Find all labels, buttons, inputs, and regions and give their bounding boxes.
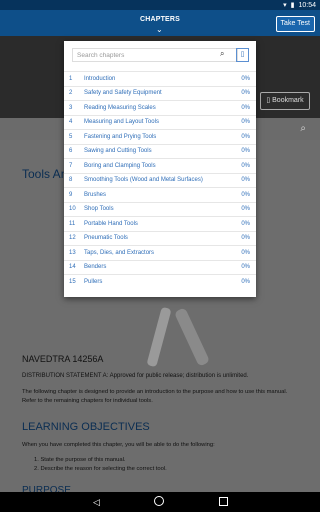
- chapter-progress: 0%: [241, 75, 250, 82]
- take-test-button[interactable]: Take Test: [275, 16, 315, 32]
- chapter-progress: 0%: [241, 235, 250, 242]
- chapter-number: 13: [69, 249, 76, 256]
- chapter-title: Benders: [84, 264, 107, 271]
- chapters-dropdown: Search chapters ⌕ ▯ 1 Introduction 0% 2 Saf…: [64, 41, 256, 297]
- document-title: Tools An: [22, 167, 68, 181]
- chapter-progress: 0%: [241, 191, 250, 198]
- system-navigation-bar: ◁: [0, 492, 320, 512]
- objective-item: 2. Describe the reason for selecting the…: [34, 466, 167, 472]
- chapter-title: Safety and Safety Equipment: [84, 90, 162, 97]
- chapter-number: 14: [69, 264, 76, 271]
- chapter-title: Pneumatic Tools: [84, 235, 128, 242]
- chapter-progress: 0%: [241, 220, 250, 227]
- chapter-progress: 0%: [241, 119, 250, 126]
- chapter-item[interactable]: 2 Safety and Safety Equipment 0%: [64, 85, 256, 101]
- chapter-item[interactable]: 9 Brushes 0%: [64, 187, 256, 202]
- chapter-progress: 0%: [241, 90, 250, 97]
- chapter-number: 3: [69, 104, 73, 111]
- search-icon[interactable]: ⌕: [300, 123, 306, 134]
- chapter-item[interactable]: 6 Sawing and Cutting Tools 0%: [64, 143, 256, 159]
- chapter-number: 5: [69, 133, 73, 140]
- chapter-item[interactable]: 7 Boring and Clamping Tools 0%: [64, 158, 256, 173]
- learning-objectives-heading: LEARNING OBJECTIVES: [22, 421, 150, 433]
- chapter-title: Brushes: [84, 191, 107, 198]
- chapter-item[interactable]: 11 Portable Hand Tools 0%: [64, 216, 256, 231]
- chapter-progress: 0%: [241, 206, 250, 213]
- chapter-progress: 0%: [241, 133, 250, 140]
- chapter-progress: 0%: [241, 278, 250, 285]
- chapter-title: Portable Hand Tools: [84, 220, 138, 227]
- chapter-title: Fastening and Prying Tools: [84, 133, 157, 140]
- chapter-item[interactable]: 1 Introduction 0%: [64, 71, 256, 86]
- chapter-item[interactable]: 12 Pneumatic Tools 0%: [64, 230, 256, 246]
- chapter-progress: 0%: [241, 177, 250, 184]
- chapter-progress: 0%: [241, 148, 250, 155]
- status-bar: ▾ ▮ 10:54: [0, 0, 320, 10]
- bookmark-button[interactable]: ▯ Bookmark: [260, 92, 310, 110]
- chapter-number: 11: [69, 220, 76, 227]
- objectives-list: 1. State the purpose of this manual. 2. …: [34, 456, 167, 474]
- recent-apps-icon[interactable]: [219, 497, 228, 506]
- chapter-title: Smoothing Tools (Wood and Metal Surfaces…: [84, 177, 203, 184]
- bookmark-label: Bookmark: [272, 97, 304, 104]
- chapter-number: 15: [69, 278, 76, 285]
- chapter-number: 7: [69, 162, 73, 169]
- chapter-number: 2: [69, 90, 73, 97]
- objective-item: 1. State the purpose of this manual.: [34, 457, 126, 463]
- chapter-item[interactable]: 3 Reading Measuring Scales 0%: [64, 100, 256, 115]
- chapter-item[interactable]: 10 Shop Tools 0%: [64, 201, 256, 217]
- back-icon[interactable]: ◁: [93, 497, 100, 508]
- chapter-search-input[interactable]: Search chapters: [72, 48, 238, 62]
- chapter-title: Shop Tools: [84, 206, 114, 213]
- chapter-progress: 0%: [241, 249, 250, 256]
- chapter-number: 8: [69, 177, 73, 184]
- chapter-item[interactable]: 13 Taps, Dies, and Extractors 0%: [64, 245, 256, 260]
- wifi-icon: ▾: [283, 2, 287, 9]
- chapter-title: Pullers: [84, 278, 103, 285]
- distribution-statement: DISTRIBUTION STATEMENT A: Approved for p…: [22, 373, 249, 379]
- chapter-progress: 0%: [241, 162, 250, 169]
- chapter-title: Reading Measuring Scales: [84, 104, 156, 111]
- bookmark-filter-icon[interactable]: ▯: [236, 48, 249, 62]
- chapter-number: 12: [69, 235, 76, 242]
- chapter-item[interactable]: 14 Benders 0%: [64, 259, 256, 275]
- status-time: 10:54: [298, 1, 316, 9]
- chapter-title: Measuring and Layout Tools: [84, 119, 159, 126]
- chapter-number: 4: [69, 119, 73, 126]
- chapter-number: 1: [69, 75, 73, 82]
- status-icons: ▾ ▮ 10:54: [283, 1, 316, 10]
- learning-objectives-intro: When you have completed this chapter, yo…: [22, 442, 215, 448]
- app-bar: CHAPTERS ⌄ Take Test: [0, 10, 320, 36]
- chapters-dropdown-toggle[interactable]: CHAPTERS: [0, 16, 320, 23]
- chapter-item[interactable]: 5 Fastening and Prying Tools 0%: [64, 129, 256, 144]
- document-number: NAVEDTRA 14256A: [22, 354, 104, 364]
- chapter-item[interactable]: 15 Pullers 0%: [64, 274, 256, 289]
- chapter-number: 6: [69, 148, 73, 155]
- chapter-number: 9: [69, 191, 73, 198]
- chapter-title: Boring and Clamping Tools: [84, 162, 156, 169]
- tools-illustration: [147, 307, 209, 367]
- battery-icon: ▮: [290, 2, 295, 9]
- chapter-progress: 0%: [241, 104, 250, 111]
- chapter-number: 10: [69, 206, 76, 213]
- chapter-item[interactable]: 4 Measuring and Layout Tools 0%: [64, 114, 256, 130]
- chapter-item[interactable]: 8 Smoothing Tools (Wood and Metal Surface…: [64, 172, 256, 188]
- chevron-down-icon[interactable]: ⌄: [156, 25, 163, 34]
- intro-paragraph: The following chapter is designed to pro…: [22, 389, 288, 404]
- chapter-title: Introduction: [84, 75, 116, 82]
- chapter-title: Taps, Dies, and Extractors: [84, 249, 155, 256]
- home-icon[interactable]: [154, 496, 164, 506]
- chapter-title: Sawing and Cutting Tools: [84, 148, 152, 155]
- chapter-list: 1 Introduction 0% 2 Safety and Safety Equip…: [64, 71, 256, 289]
- chapter-progress: 0%: [241, 264, 250, 271]
- search-icon[interactable]: ⌕: [220, 49, 224, 59]
